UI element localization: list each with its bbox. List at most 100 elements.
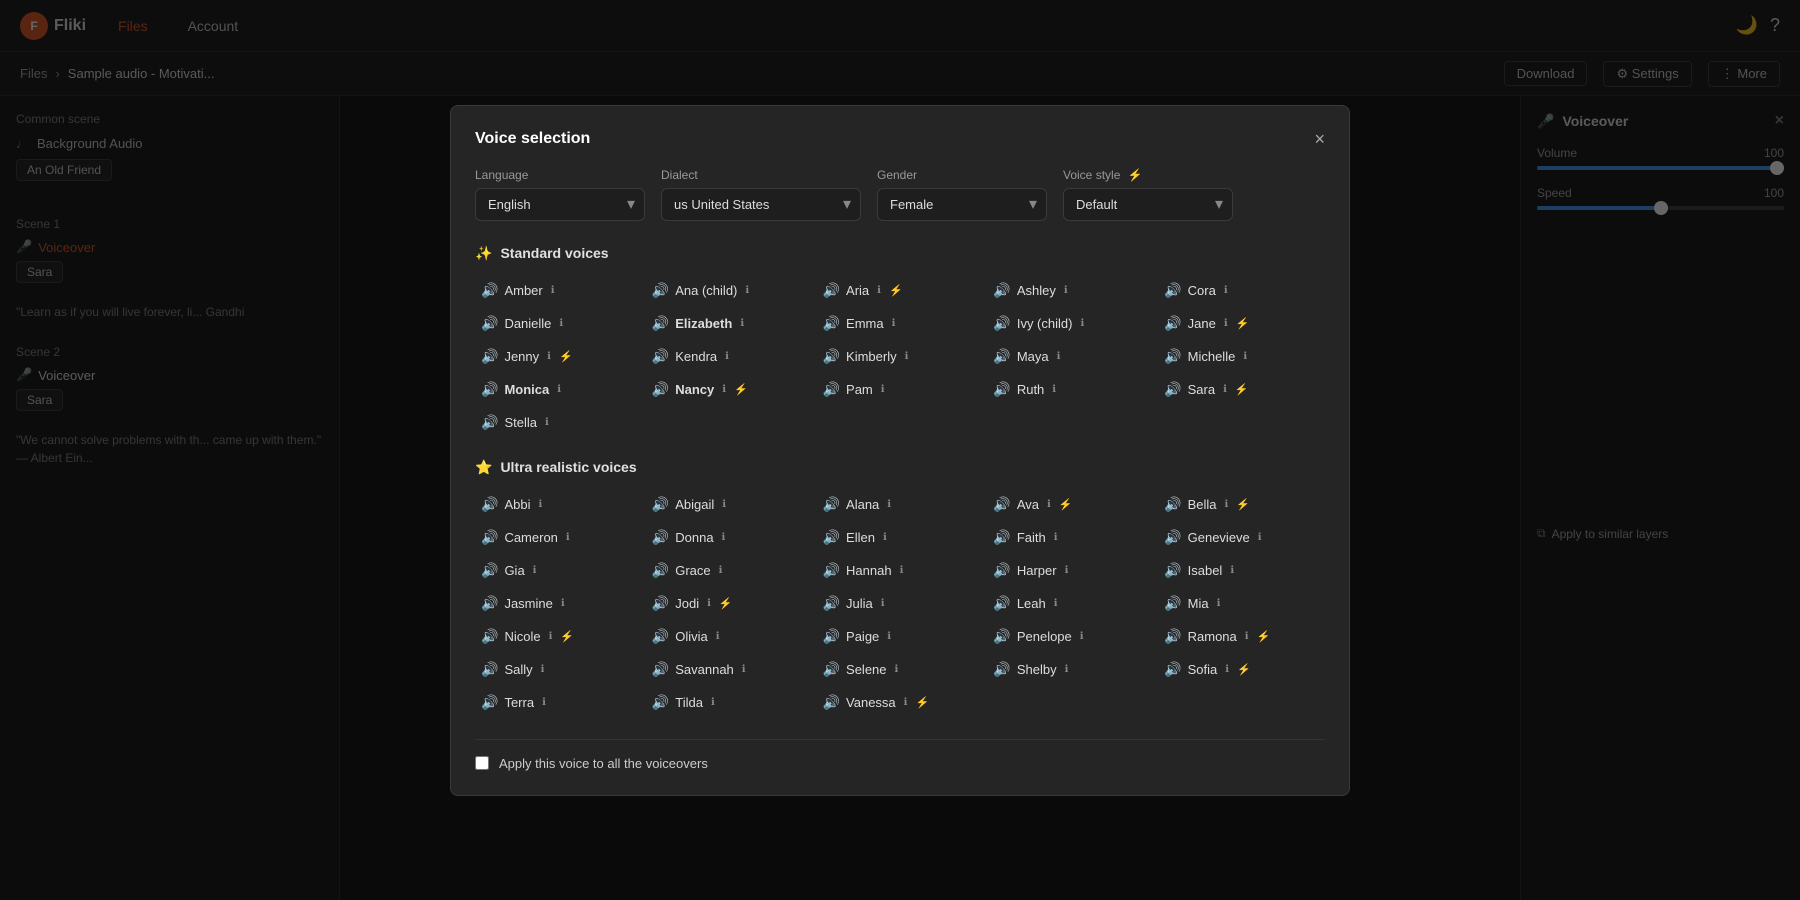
voice-item-jenny[interactable]: 🔊Jennyℹ⚡ — [475, 344, 642, 369]
ultra-voice-item-bella[interactable]: 🔊Bellaℹ⚡ — [1158, 492, 1325, 517]
info-badge[interactable]: ℹ — [1217, 598, 1221, 609]
ultra-voice-item-harper[interactable]: 🔊Harperℹ — [987, 558, 1154, 583]
ultra-voice-item-nicole[interactable]: 🔊Nicoleℹ⚡ — [475, 624, 642, 649]
info-badge[interactable]: ℹ — [1054, 598, 1058, 609]
voice-item-emma[interactable]: 🔊Emmaℹ — [817, 311, 984, 336]
ultra-voice-item-jasmine[interactable]: 🔊Jasmineℹ — [475, 591, 642, 616]
ultra-voice-item-gia[interactable]: 🔊Giaℹ — [475, 558, 642, 583]
info-badge[interactable]: ℹ — [725, 351, 729, 362]
info-badge[interactable]: ℹ — [881, 598, 885, 609]
info-badge[interactable]: ℹ — [1047, 499, 1051, 510]
ultra-voice-item-tilda[interactable]: 🔊Tildaℹ — [646, 690, 813, 715]
ultra-voice-item-terra[interactable]: 🔊Terraℹ — [475, 690, 642, 715]
ultra-voice-item-vanessa[interactable]: 🔊Vanessaℹ⚡ — [817, 690, 984, 715]
info-badge[interactable]: ℹ — [545, 417, 549, 428]
info-badge[interactable]: ℹ — [1230, 565, 1234, 576]
info-badge[interactable]: ℹ — [722, 499, 726, 510]
info-badge[interactable]: ℹ — [740, 318, 744, 329]
ultra-voice-item-grace[interactable]: 🔊Graceℹ — [646, 558, 813, 583]
info-badge[interactable]: ℹ — [711, 697, 715, 708]
info-badge[interactable]: ℹ — [541, 664, 545, 675]
info-badge[interactable]: ℹ — [549, 631, 553, 642]
info-badge[interactable]: ℹ — [1225, 499, 1229, 510]
info-badge[interactable]: ℹ — [1224, 285, 1228, 296]
info-badge[interactable]: ℹ — [716, 631, 720, 642]
voice-item-sara[interactable]: 🔊Saraℹ⚡ — [1158, 377, 1325, 402]
info-badge[interactable]: ℹ — [1057, 351, 1061, 362]
info-badge[interactable]: ℹ — [542, 697, 546, 708]
info-badge[interactable]: ℹ — [877, 285, 881, 296]
ultra-voice-item-julia[interactable]: 🔊Juliaℹ — [817, 591, 984, 616]
info-badge[interactable]: ℹ — [745, 285, 749, 296]
ultra-voice-item-ramona[interactable]: 🔊Ramonaℹ⚡ — [1158, 624, 1325, 649]
info-badge[interactable]: ℹ — [538, 499, 542, 510]
ultra-voice-item-olivia[interactable]: 🔊Oliviaℹ — [646, 624, 813, 649]
info-badge[interactable]: ℹ — [881, 384, 885, 395]
ultra-voice-item-mia[interactable]: 🔊Miaℹ — [1158, 591, 1325, 616]
info-badge[interactable]: ℹ — [1064, 285, 1068, 296]
ultra-voice-item-hannah[interactable]: 🔊Hannahℹ — [817, 558, 984, 583]
info-badge[interactable]: ℹ — [557, 384, 561, 395]
voice-item-monica[interactable]: 🔊Monicaℹ — [475, 377, 642, 402]
info-badge[interactable]: ℹ — [892, 318, 896, 329]
info-badge[interactable]: ℹ — [900, 565, 904, 576]
info-badge[interactable]: ℹ — [559, 318, 563, 329]
ultra-voice-item-sally[interactable]: 🔊Sallyℹ — [475, 657, 642, 682]
info-badge[interactable]: ℹ — [533, 565, 537, 576]
voice-item-nancy[interactable]: 🔊Nancyℹ⚡ — [646, 377, 813, 402]
voice-item-amber[interactable]: 🔊Amberℹ — [475, 278, 642, 303]
voice-item-pam[interactable]: 🔊Pamℹ — [817, 377, 984, 402]
info-badge[interactable]: ℹ — [547, 351, 551, 362]
info-badge[interactable]: ℹ — [1080, 631, 1084, 642]
ultra-voice-item-savannah[interactable]: 🔊Savannahℹ — [646, 657, 813, 682]
info-badge[interactable]: ℹ — [561, 598, 565, 609]
info-badge[interactable]: ℹ — [1243, 351, 1247, 362]
voice-item-ivy--child-[interactable]: 🔊Ivy (child)ℹ — [987, 311, 1154, 336]
ultra-voice-item-sofia[interactable]: 🔊Sofiaℹ⚡ — [1158, 657, 1325, 682]
language-select[interactable]: English — [475, 188, 645, 221]
ultra-voice-item-genevieve[interactable]: 🔊Genevieveℹ — [1158, 525, 1325, 550]
ultra-voice-item-faith[interactable]: 🔊Faithℹ — [987, 525, 1154, 550]
ultra-voice-item-shelby[interactable]: 🔊Shelbyℹ — [987, 657, 1154, 682]
info-badge[interactable]: ℹ — [1224, 318, 1228, 329]
voice-item-maya[interactable]: 🔊Mayaℹ — [987, 344, 1154, 369]
ultra-voice-item-isabel[interactable]: 🔊Isabelℹ — [1158, 558, 1325, 583]
info-badge[interactable]: ℹ — [1052, 384, 1056, 395]
info-badge[interactable]: ℹ — [722, 532, 726, 543]
info-badge[interactable]: ℹ — [551, 285, 555, 296]
modal-close-button[interactable]: × — [1314, 130, 1325, 148]
voice-item-ana--child-[interactable]: 🔊Ana (child)ℹ — [646, 278, 813, 303]
voice-item-michelle[interactable]: 🔊Michelleℹ — [1158, 344, 1325, 369]
voice-item-cora[interactable]: 🔊Coraℹ — [1158, 278, 1325, 303]
dialect-select[interactable]: us United States — [661, 188, 861, 221]
ultra-voice-item-abbi[interactable]: 🔊Abbiℹ — [475, 492, 642, 517]
info-badge[interactable]: ℹ — [895, 664, 899, 675]
ultra-voice-item-cameron[interactable]: 🔊Cameronℹ — [475, 525, 642, 550]
info-badge[interactable]: ℹ — [722, 384, 726, 395]
voice-style-select[interactable]: Default — [1063, 188, 1233, 221]
ultra-voice-item-donna[interactable]: 🔊Donnaℹ — [646, 525, 813, 550]
info-badge[interactable]: ℹ — [1223, 384, 1227, 395]
ultra-voice-item-ellen[interactable]: 🔊Ellenℹ — [817, 525, 984, 550]
ultra-voice-item-jodi[interactable]: 🔊Jodiℹ⚡ — [646, 591, 813, 616]
info-badge[interactable]: ℹ — [707, 598, 711, 609]
info-badge[interactable]: ℹ — [719, 565, 723, 576]
info-badge[interactable]: ℹ — [566, 532, 570, 543]
info-badge[interactable]: ℹ — [1258, 532, 1262, 543]
info-badge[interactable]: ℹ — [1245, 631, 1249, 642]
voice-item-jane[interactable]: 🔊Janeℹ⚡ — [1158, 311, 1325, 336]
voice-item-danielle[interactable]: 🔊Danielleℹ — [475, 311, 642, 336]
apply-all-checkbox[interactable] — [475, 756, 489, 770]
info-badge[interactable]: ℹ — [1065, 565, 1069, 576]
ultra-voice-item-penelope[interactable]: 🔊Penelopeℹ — [987, 624, 1154, 649]
info-badge[interactable]: ℹ — [1065, 664, 1069, 675]
info-badge[interactable]: ℹ — [742, 664, 746, 675]
info-badge[interactable]: ℹ — [1080, 318, 1084, 329]
ultra-voice-item-abigail[interactable]: 🔊Abigailℹ — [646, 492, 813, 517]
voice-item-ashley[interactable]: 🔊Ashleyℹ — [987, 278, 1154, 303]
voice-item-aria[interactable]: 🔊Ariaℹ⚡ — [817, 278, 984, 303]
info-badge[interactable]: ℹ — [904, 697, 908, 708]
ultra-voice-item-ava[interactable]: 🔊Avaℹ⚡ — [987, 492, 1154, 517]
ultra-voice-item-leah[interactable]: 🔊Leahℹ — [987, 591, 1154, 616]
ultra-voice-item-alana[interactable]: 🔊Alanaℹ — [817, 492, 984, 517]
